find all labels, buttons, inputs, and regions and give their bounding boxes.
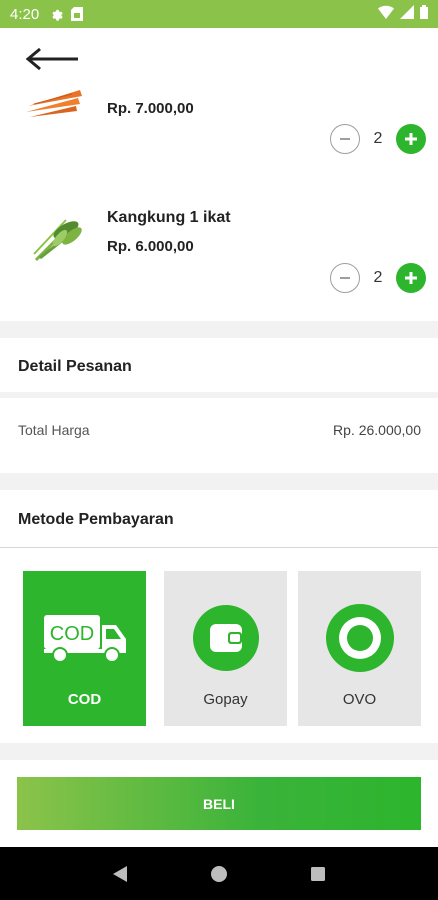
payment-option-label: Gopay (203, 691, 248, 708)
quantity-stepper: 2 (330, 263, 426, 293)
status-right-icons (378, 5, 428, 23)
nav-home-button[interactable] (199, 854, 239, 894)
total-price-value: Rp. 26.000,00 (333, 422, 421, 438)
signal-icon (400, 5, 414, 23)
carrot-image (24, 84, 86, 125)
quantity-stepper: 2 (330, 124, 426, 154)
plus-icon (405, 133, 417, 145)
quantity-value: 2 (373, 269, 383, 286)
minus-icon (340, 138, 350, 140)
system-nav-bar (0, 847, 438, 900)
buy-button[interactable]: BELI (17, 777, 421, 830)
gear-icon (49, 7, 63, 21)
nav-recents-button[interactable] (298, 854, 338, 894)
battery-icon (420, 5, 428, 23)
kangkung-image (32, 216, 84, 267)
item-price: Rp. 7.000,00 (107, 100, 194, 117)
square-recents-icon (311, 866, 326, 881)
decrease-button[interactable] (330, 263, 360, 293)
section-separator (0, 392, 438, 398)
triangle-back-icon (112, 865, 127, 882)
section-separator (0, 473, 438, 490)
nav-back-button[interactable] (100, 854, 140, 894)
increase-button[interactable] (396, 263, 426, 293)
arrow-left-icon (25, 47, 78, 71)
item-name: Kangkung 1 ikat (107, 209, 231, 226)
svg-text:COD: COD (49, 623, 93, 645)
payment-option-gopay[interactable]: Gopay (164, 571, 287, 726)
divider (0, 547, 438, 548)
total-price-label: Total Harga (18, 422, 90, 438)
status-time: 4:20 (10, 5, 40, 23)
circle-home-icon (210, 865, 227, 882)
payment-option-cod[interactable]: COD COD (23, 571, 146, 726)
item-price: Rp. 6.000,00 (107, 238, 194, 255)
wallet-icon (192, 604, 260, 672)
section-separator (0, 321, 438, 338)
back-button[interactable] (24, 40, 84, 78)
wifi-icon (378, 5, 394, 23)
minus-icon (340, 277, 350, 279)
sim-card-icon (71, 7, 84, 21)
order-detail-title: Detail Pesanan (18, 358, 132, 375)
plus-icon (405, 272, 417, 284)
payment-option-label: OVO (342, 691, 377, 708)
status-bar: 4:20 (0, 0, 438, 28)
cod-truck-icon: COD (42, 604, 128, 672)
decrease-button[interactable] (330, 124, 360, 154)
quantity-value: 2 (373, 130, 383, 147)
ovo-icon (325, 604, 395, 672)
payment-option-ovo[interactable]: OVO (298, 571, 421, 726)
increase-button[interactable] (396, 124, 426, 154)
section-separator (0, 743, 438, 760)
payment-option-label: COD (67, 691, 102, 708)
payment-method-title: Metode Pembayaran (18, 511, 174, 528)
